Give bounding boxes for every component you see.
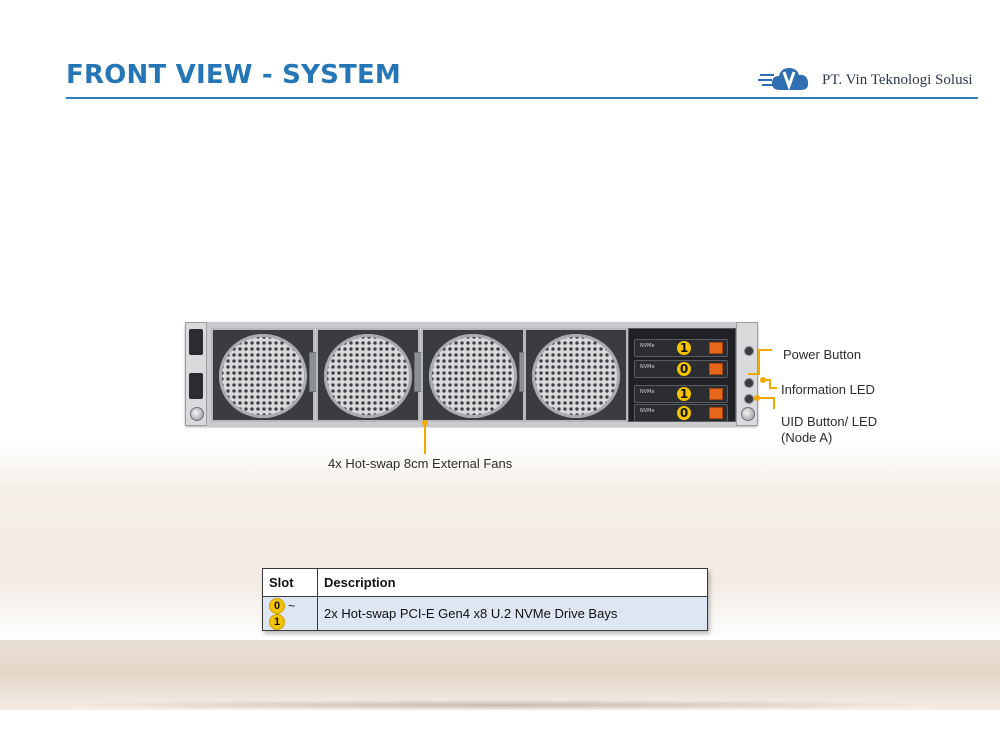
ear-vent: [189, 373, 203, 399]
power-button-label: Power Button: [783, 347, 862, 362]
drive-bay: NVMe 0: [634, 360, 728, 378]
power-button-icon: [744, 346, 754, 356]
ear-vent: [189, 329, 203, 355]
fans-label: 4x Hot-swap 8cm External Fans: [328, 456, 513, 471]
uid-node-label: (Node A): [781, 430, 833, 445]
page-title: FRONT VIEW - SYSTEM: [66, 60, 402, 90]
background-shadow: [60, 700, 940, 710]
cloud-logo-icon: [758, 68, 809, 91]
table-cell-description: 2x Hot-swap PCI-E Gen4 x8 U.2 NVMe Drive…: [317, 595, 708, 632]
fan-module: [316, 328, 420, 422]
table-header-row: Slot Description: [262, 568, 708, 597]
info-led-callout-line: [769, 387, 777, 389]
table-row: 0 ~1 2x Hot-swap PCI-E Gen4 x8 U.2 NVMe D…: [262, 595, 708, 632]
slot-badge: 0: [269, 597, 285, 614]
uid-callout-line: [773, 397, 775, 409]
slot-badge: 1: [269, 614, 285, 631]
drive-latch: [709, 388, 723, 400]
server-front-panel: NVMe 1 NVMe 0 NVMe 1 NVMe 0: [185, 322, 758, 426]
thumbscrew-icon: [190, 407, 204, 421]
drive-tag: NVMe: [640, 343, 655, 349]
power-callout-line: [748, 373, 760, 375]
power-callout-line: [758, 349, 772, 351]
drive-tag: NVMe: [640, 389, 655, 395]
company-logo: PT. Vin Teknologi Solusi: [758, 62, 988, 96]
company-name: PT. Vin Teknologi Solusi: [822, 72, 973, 88]
drive-slot-number: 0: [677, 406, 691, 420]
drive-latch: [709, 407, 723, 419]
drive-tag: NVMe: [640, 364, 655, 370]
fan-module: [421, 328, 525, 422]
drive-bay: NVMe 0: [634, 404, 728, 422]
information-led-label: Information LED: [781, 382, 875, 397]
uid-button-icon: [744, 394, 754, 404]
fan-module: [211, 328, 315, 422]
table-header-slot: Slot: [262, 568, 318, 597]
drive-slot-number: 1: [677, 387, 691, 401]
drive-latch: [709, 342, 723, 354]
table-header-description: Description: [317, 568, 708, 597]
drive-tag: NVMe: [640, 408, 655, 414]
slot-range-separator: ~: [288, 598, 296, 613]
slot-description-table: Slot Description 0 ~1 2x Hot-swap PCI-E G…: [262, 568, 708, 632]
drive-bay: NVMe 1: [634, 339, 728, 357]
left-rack-ear: [185, 322, 207, 426]
power-callout-line: [758, 349, 760, 374]
uid-button-label: UID Button/ LED: [781, 414, 878, 429]
drive-latch: [709, 363, 723, 375]
title-underline: [66, 97, 978, 99]
thumbscrew-icon: [741, 407, 755, 421]
uid-callout-line: [758, 397, 774, 399]
drive-cage: NVMe 1 NVMe 0 NVMe 1 NVMe 0: [628, 328, 736, 422]
fan-module: [524, 328, 628, 422]
table-cell-slot: 0 ~1: [262, 595, 318, 632]
drive-slot-number: 1: [677, 341, 691, 355]
drive-bay: NVMe 1: [634, 385, 728, 403]
fans-callout-line: [424, 424, 426, 454]
information-led-icon: [744, 378, 754, 388]
drive-slot-number: 0: [677, 362, 691, 376]
